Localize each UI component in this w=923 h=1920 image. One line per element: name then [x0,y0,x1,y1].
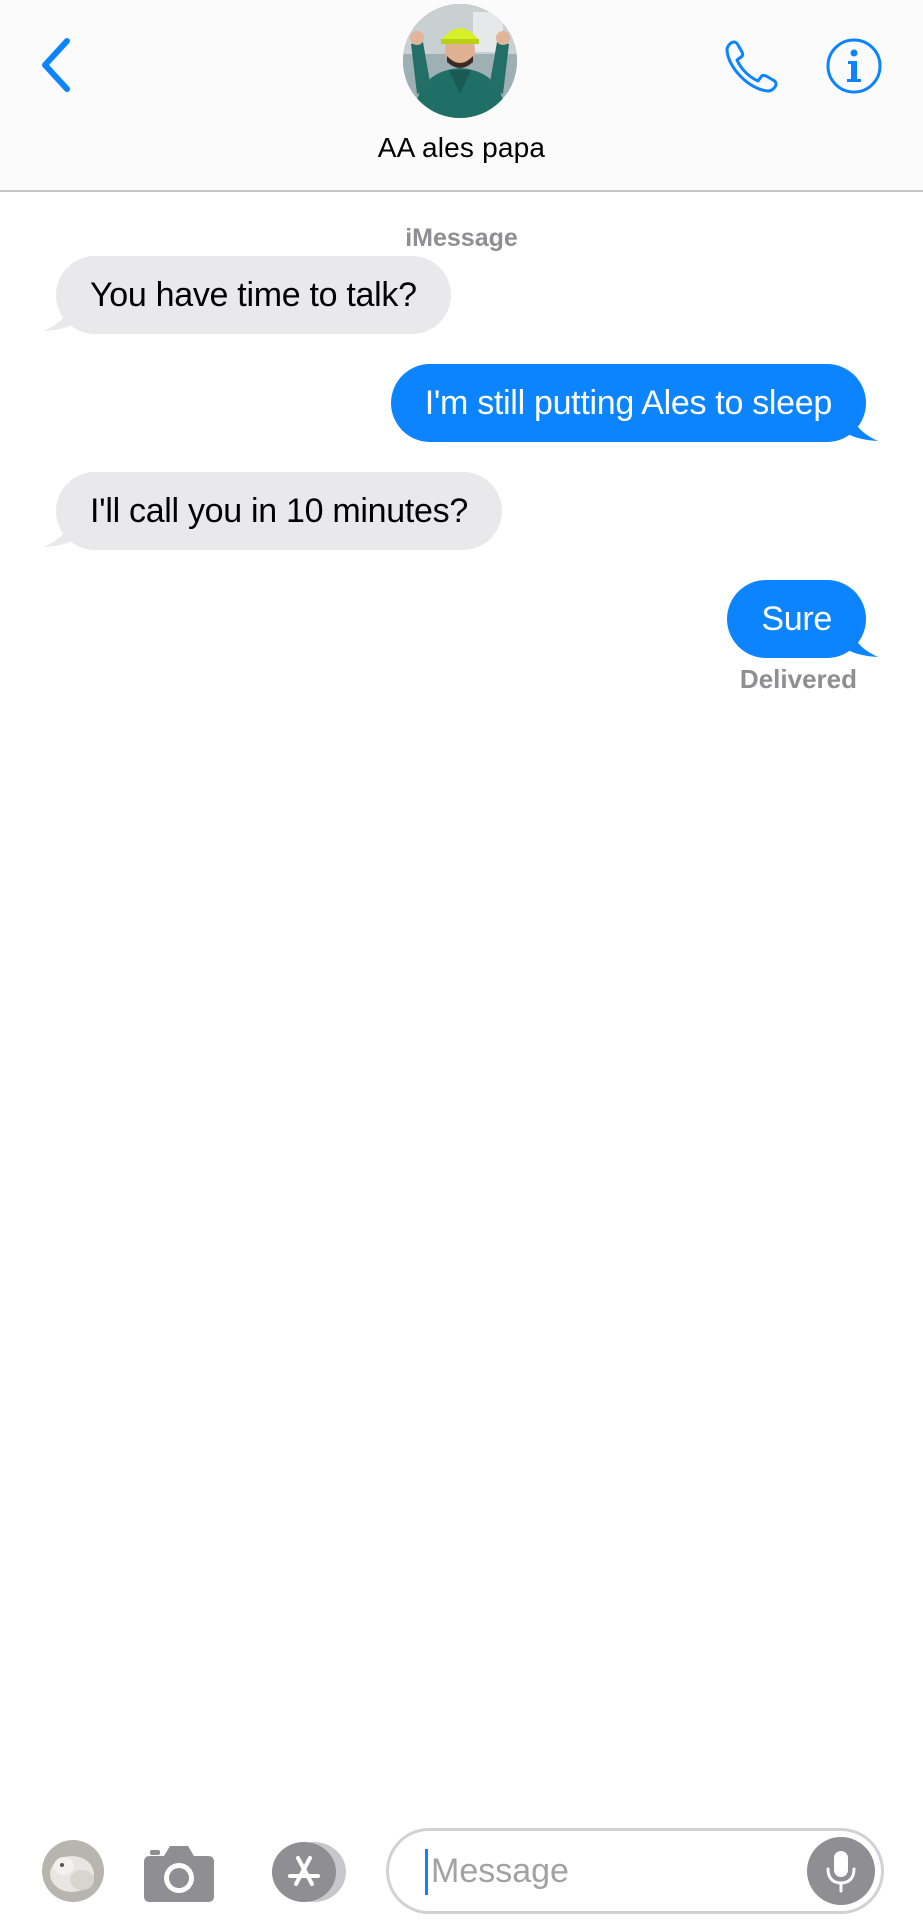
message-bubble-incoming[interactable]: I'll call you in 10 minutes? [56,472,502,550]
message-input[interactable]: Message [386,1828,884,1914]
info-button[interactable] [824,36,884,96]
app-store-icon [272,1842,346,1902]
phone-icon [725,40,778,93]
contact-avatar[interactable] [403,4,517,118]
photos-button[interactable] [42,1840,104,1902]
message-text: I'll call you in 10 minutes? [90,491,468,530]
camera-button[interactable] [142,1840,216,1904]
microphone-icon [826,1851,856,1893]
message-placeholder: Message [431,1852,569,1890]
composer-bar: Message [0,1810,923,1920]
service-label: iMessage [405,224,518,252]
delivery-status: Delivered [739,664,857,694]
call-button[interactable] [720,34,784,98]
message-bubble-incoming[interactable]: You have time to talk? [56,256,451,334]
back-button[interactable] [30,30,80,100]
conversation-header: AA ales papa [0,0,923,192]
text-cursor [425,1849,428,1895]
info-icon [826,38,882,94]
contact-photo [403,4,517,118]
photos-thumbnail [42,1840,104,1902]
message-text: You have time to talk? [90,275,417,314]
message-bubble-outgoing[interactable]: I'm still putting Ales to sleep [390,364,866,442]
message-text: I'm still putting Ales to sleep [424,383,833,422]
camera-icon [144,1846,214,1902]
dictation-button[interactable] [807,1837,875,1905]
app-store-button[interactable] [262,1840,348,1904]
chevron-left-icon [42,38,70,92]
contact-name[interactable]: AA ales papa [0,132,923,164]
message-text: Sure [761,599,832,638]
message-bubble-outgoing[interactable]: Sure [727,580,866,658]
